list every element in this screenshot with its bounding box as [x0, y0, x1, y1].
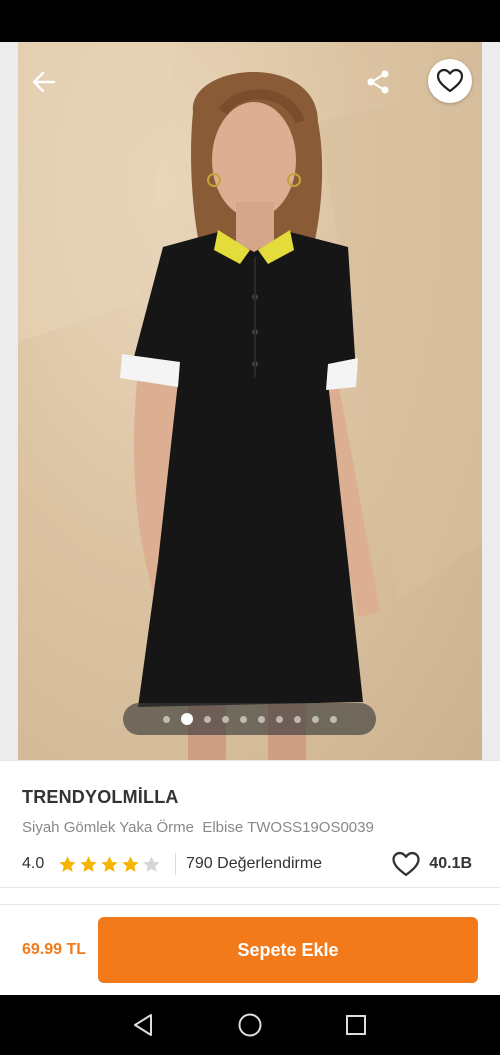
purchase-bar: 69.99 TL Sepete Ekle [0, 905, 500, 995]
heart-outline-icon [392, 851, 420, 876]
star-filled-icon [101, 855, 118, 872]
pagination-dot[interactable] [203, 715, 211, 723]
product-photo [18, 42, 482, 760]
rating-divider [175, 853, 176, 875]
product-price: 69.99 TL [22, 941, 87, 958]
product-title: Siyah Gömlek Yaka Örme Elbise TWOSS19OS0… [22, 819, 374, 836]
heart-outline-icon [436, 68, 464, 93]
triangle-back-icon [134, 1014, 152, 1036]
add-to-cart-button[interactable]: Sepete Ekle [98, 917, 478, 983]
android-navigation-bar [0, 995, 500, 1055]
product-detail-screen: TRENDYOLMİLLA Siyah Gömlek Yaka Örme Elb… [0, 42, 500, 995]
brand-name[interactable]: TRENDYOLMİLLA [22, 787, 179, 808]
pagination-dot[interactable] [329, 715, 337, 723]
back-button[interactable] [24, 62, 64, 102]
image-pagination-dots[interactable] [123, 703, 376, 735]
favorite-counter[interactable]: 40.1B [391, 849, 472, 879]
product-image-gallery[interactable] [0, 42, 500, 760]
star-filled-icon [122, 855, 139, 872]
nav-recents-button[interactable] [338, 1007, 374, 1043]
favorite-button[interactable] [428, 59, 472, 103]
share-icon [367, 70, 389, 94]
square-recents-icon [346, 1015, 366, 1035]
star-empty-icon [143, 855, 160, 872]
nav-home-button[interactable] [232, 1007, 268, 1043]
pagination-dot[interactable] [221, 715, 229, 723]
pagination-dot[interactable] [162, 715, 170, 723]
nav-back-button[interactable] [125, 1007, 161, 1043]
pagination-dot[interactable] [257, 715, 265, 723]
pagination-dot[interactable] [311, 715, 319, 723]
review-count-link[interactable]: 790 Değerlendirme [186, 855, 322, 873]
pagination-dot[interactable] [293, 715, 301, 723]
pagination-dot[interactable] [239, 715, 247, 723]
share-button[interactable] [358, 62, 398, 102]
section-divider [0, 887, 500, 905]
favorite-count: 40.1B [429, 855, 472, 872]
rating-row: 4.0 790 Değerlendirme 40.1B [22, 849, 478, 879]
product-info: TRENDYOLMİLLA Siyah Gömlek Yaka Örme Elb… [0, 760, 500, 890]
arrow-left-icon [32, 71, 56, 93]
rating-value: 4.0 [22, 855, 45, 872]
rating-stars[interactable] [58, 855, 161, 874]
pagination-dot[interactable] [275, 715, 283, 723]
pagination-dot-active[interactable] [180, 713, 193, 725]
status-bar [0, 0, 500, 42]
circle-home-icon [238, 1013, 262, 1037]
star-filled-icon [59, 855, 76, 872]
star-filled-icon [80, 855, 97, 872]
